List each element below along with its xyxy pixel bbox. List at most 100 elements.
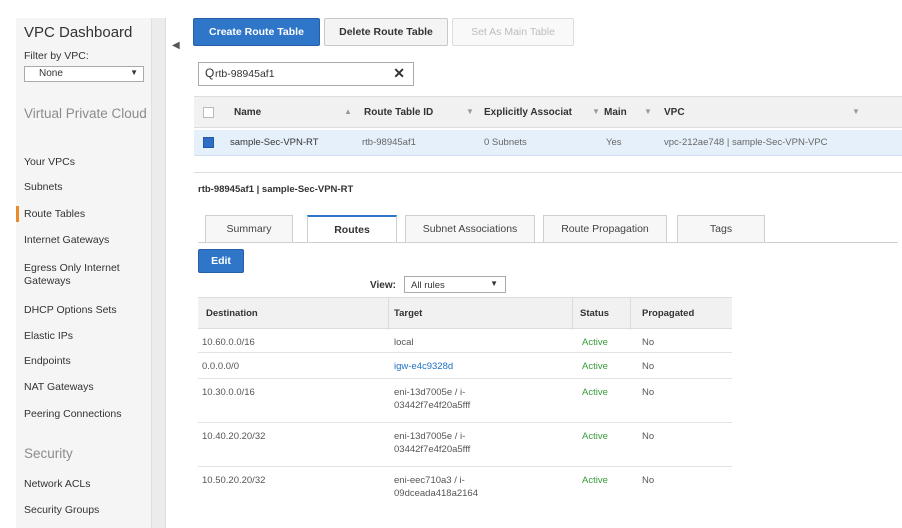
route-target: eni-13d7005e / i- 03442f7e4f20a5fff <box>394 387 470 413</box>
col-route-table-id[interactable]: Route Table ID <box>364 107 433 118</box>
routes-table-header: Destination Target Status Propagated <box>198 297 732 330</box>
sort-down-icon[interactable]: ▼ <box>852 107 860 116</box>
detail-title: rtb-98945af1 | sample-Sec-VPN-RT <box>198 184 354 195</box>
route-destination: 10.50.20.20/32 <box>202 475 266 486</box>
route-propagated: No <box>642 431 655 442</box>
tabs-divider <box>198 242 898 243</box>
col-status: Status <box>580 308 610 319</box>
tab-tags[interactable]: Tags <box>677 215 765 243</box>
search-value: rtb-98945af1 <box>215 68 275 80</box>
clear-search-icon[interactable]: ✕ <box>393 65 405 82</box>
filter-label: Filter by VPC: <box>24 50 89 62</box>
route-destination: 10.60.0.0/16 <box>202 337 255 348</box>
route-target-link[interactable]: igw-e4c9328d <box>394 361 453 374</box>
route-status: Active <box>582 431 608 442</box>
row-vpc: vpc-212ae748 | sample-Sec-VPN-VPC <box>664 137 828 148</box>
col-vpc[interactable]: VPC <box>664 107 685 118</box>
view-select-value: All rules <box>411 280 445 291</box>
select-all-checkbox[interactable] <box>203 107 214 118</box>
route-target: local <box>394 337 414 348</box>
route-target-line1: eni-13d7005e / i- <box>394 431 466 442</box>
view-label: View: <box>370 280 396 291</box>
tab-route-propagation[interactable]: Route Propagation <box>543 215 667 243</box>
route-status: Active <box>582 361 608 372</box>
route-target-line2: 03442f7e4f20a5fff <box>394 399 471 411</box>
search-icon: Q <box>205 66 215 80</box>
route-status: Active <box>582 387 608 398</box>
route-propagated: No <box>642 337 655 348</box>
route-destination: 10.40.20.20/32 <box>202 431 266 442</box>
sort-up-icon[interactable]: ▲ <box>344 107 352 116</box>
row-subnets: 0 Subnets <box>484 137 527 148</box>
sidebar-item-subnets[interactable]: Subnets <box>24 181 148 194</box>
sort-down-icon[interactable]: ▼ <box>592 107 600 116</box>
route-destination: 0.0.0.0/0 <box>202 361 239 372</box>
chevron-down-icon: ▼ <box>130 68 138 77</box>
sort-down-icon[interactable]: ▼ <box>644 107 652 116</box>
col-target: Target <box>394 308 423 319</box>
table-row: 10.60.0.0/16 local Active No <box>198 329 732 353</box>
vpc-dashboard-link[interactable]: VPC Dashboard <box>24 24 132 41</box>
col-name[interactable]: Name <box>234 107 261 118</box>
section-security: Security <box>24 446 73 461</box>
row-checkbox[interactable] <box>203 137 214 148</box>
sidebar-item-elastic-ips[interactable]: Elastic IPs <box>24 330 148 343</box>
table-row: 10.50.20.20/32 eni-eec710a3 / i- 09dcead… <box>198 467 732 511</box>
collapse-sidebar-icon[interactable]: ◀ <box>172 40 180 51</box>
column-divider <box>388 298 389 330</box>
route-status: Active <box>582 337 608 348</box>
tab-routes[interactable]: Routes <box>307 215 397 243</box>
table-row: 0.0.0.0/0 igw-e4c9328d Active No <box>198 353 732 379</box>
sidebar-item-network-acls[interactable]: Network ACLs <box>24 478 148 491</box>
sidebar-item-nat-gateways[interactable]: NAT Gateways <box>24 381 148 394</box>
sort-down-icon[interactable]: ▼ <box>466 107 474 116</box>
sidebar-item-dhcp-options[interactable]: DHCP Options Sets <box>24 304 148 317</box>
column-divider <box>630 298 631 330</box>
route-propagated: No <box>642 361 655 372</box>
route-target-line1: eni-13d7005e / i- <box>394 387 466 398</box>
col-main[interactable]: Main <box>604 107 627 118</box>
sidebar-scrollbar[interactable] <box>152 18 166 528</box>
route-propagated: No <box>642 475 655 486</box>
tab-subnet-associations[interactable]: Subnet Associations <box>405 215 535 243</box>
chevron-down-icon: ▼ <box>490 279 498 288</box>
delete-route-table-button[interactable]: Delete Route Table <box>324 18 448 46</box>
row-route-table-id: rtb-98945af1 <box>362 137 416 148</box>
sidebar-item-endpoints[interactable]: Endpoints <box>24 355 148 368</box>
tab-summary[interactable]: Summary <box>205 215 293 243</box>
filter-vpc-value: None <box>39 68 63 79</box>
route-target-line1: eni-eec710a3 / i- <box>394 475 465 486</box>
detail-divider <box>194 172 902 173</box>
sidebar-item-route-tables[interactable]: Route Tables <box>16 205 148 223</box>
view-select[interactable]: All rules ▼ <box>404 276 506 293</box>
route-destination: 10.30.0.0/16 <box>202 387 255 398</box>
column-divider <box>572 298 573 330</box>
row-name: sample-Sec-VPN-RT <box>230 137 319 148</box>
table-row: 10.40.20.20/32 eni-13d7005e / i- 03442f7… <box>198 423 732 467</box>
sidebar-item-internet-gateways[interactable]: Internet Gateways <box>24 234 148 247</box>
section-vpc: Virtual Private Cloud <box>24 106 147 121</box>
row-main: Yes <box>606 137 622 148</box>
sidebar-item-peering-connections[interactable]: Peering Connections <box>24 408 148 421</box>
table-row[interactable]: sample-Sec-VPN-RT rtb-98945af1 0 Subnets… <box>194 130 902 156</box>
filter-vpc-select[interactable]: None ▼ <box>24 66 144 82</box>
sidebar-item-your-vpcs[interactable]: Your VPCs <box>24 156 148 169</box>
route-target-line2: 03442f7e4f20a5fff <box>394 443 471 455</box>
route-target: eni-eec710a3 / i- 09dceada418a2164 <box>394 475 478 501</box>
col-explicitly-associated[interactable]: Explicitly Associat <box>484 107 572 118</box>
set-as-main-table-button: Set As Main Table <box>452 18 574 46</box>
search-input[interactable]: Q rtb-98945af1 ✕ <box>198 62 414 86</box>
sidebar-item-security-groups[interactable]: Security Groups <box>24 504 148 517</box>
route-status: Active <box>582 475 608 486</box>
edit-button[interactable]: Edit <box>198 249 244 273</box>
create-route-table-button[interactable]: Create Route Table <box>193 18 320 46</box>
col-destination: Destination <box>206 308 258 319</box>
route-target-line2: 09dceada418a2164 <box>394 487 479 499</box>
route-table-list-header: Name ▲ Route Table ID ▼ Explicitly Assoc… <box>194 96 902 128</box>
route-propagated: No <box>642 387 655 398</box>
table-row: 10.30.0.0/16 eni-13d7005e / i- 03442f7e4… <box>198 379 732 423</box>
route-target: eni-13d7005e / i- 03442f7e4f20a5fff <box>394 431 470 457</box>
sidebar: VPC Dashboard Filter by VPC: None ▼ Virt… <box>16 18 152 528</box>
col-propagated: Propagated <box>642 308 695 319</box>
sidebar-item-egress-only-gateways[interactable]: Egress Only Internet Gateways <box>24 262 142 288</box>
